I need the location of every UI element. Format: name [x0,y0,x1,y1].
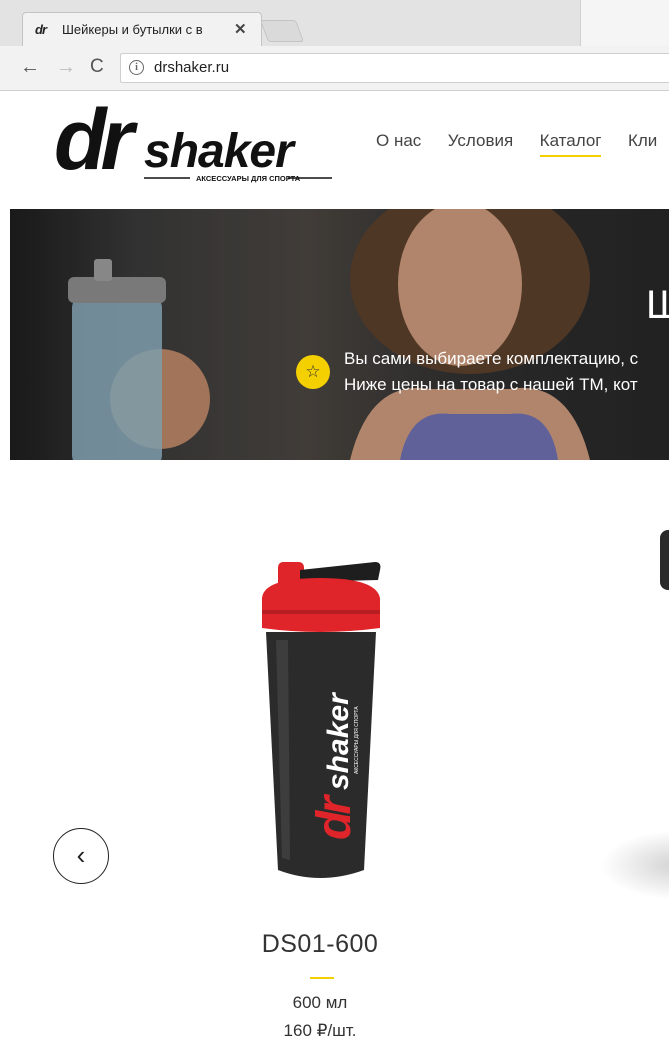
product-price: 160 ₽/шт. [283,1021,357,1040]
main-nav: О нас Условия Каталог Кли [376,131,669,157]
new-tab-button[interactable] [259,20,305,42]
tab-title: Шейкеры и бутылки с в [62,22,203,37]
site-info-icon[interactable]: i [129,60,144,75]
browser-tab[interactable]: dr Шейкеры и бутылки с в ✕ [22,12,262,47]
product-divider [310,977,334,979]
product-volume: 600 мл [292,993,348,1012]
url-text[interactable]: drshaker.ru [154,59,229,76]
logo-dr-text: dr [54,97,139,187]
star-icon: ☆ [296,355,330,389]
tab-favicon-icon: dr [35,22,47,37]
browser-toolbar: ← → C i drshaker.ru [0,46,669,91]
bottle-lid [262,578,380,632]
hero-heading: Ш [646,283,669,327]
hero-banner: Ш ☆ Вы сами выбираете комплектацию, с Ни… [10,209,669,460]
bottle-label-tagline: АКСЕССУАРЫ ДЛЯ СПОРТА [354,706,360,774]
catalog-carousel: dr shaker АКСЕССУАРЫ ДЛЯ СПОРТА ‹ DS01-6… [10,460,669,1059]
bottle-lid-rim [262,610,380,614]
carousel-prev-button[interactable]: ‹ [53,828,109,884]
tabstrip-empty-area [580,0,669,46]
tab-close-icon[interactable]: ✕ [234,20,247,38]
logo-shaker-text: shaker [144,125,296,178]
address-bar[interactable]: i drshaker.ru [120,53,669,83]
browser-tabstrip: dr Шейкеры и бутылки с в ✕ [0,0,669,47]
logo-tagline: АКСЕССУАРЫ ДЛЯ СПОРТА [196,174,301,183]
nav-item-clients[interactable]: Кли [628,131,657,151]
forward-arrow-icon[interactable]: → [56,56,76,79]
reload-icon[interactable]: C [90,56,104,78]
back-arrow-icon[interactable]: ← [20,56,40,79]
next-product-peek [660,530,669,590]
site-logo[interactable]: dr shaker АКСЕССУАРЫ ДЛЯ СПОРТА [52,97,342,187]
nav-item-about[interactable]: О нас [376,131,421,151]
hero-overlay [10,209,669,460]
product-name[interactable]: DS01-600 [10,930,630,959]
nav-item-catalog[interactable]: Каталог [539,131,601,157]
nav-item-terms[interactable]: Условия [448,131,513,151]
hero-text-line-2: Ниже цены на товар с нашей ТМ, кот [344,375,638,394]
next-product-shadow [600,830,669,900]
bottle-label-shaker: shaker [322,691,355,790]
hero-text-line-1: Вы сами выбираете комплектацию, с [344,349,639,368]
site-header: dr shaker АКСЕССУАРЫ ДЛЯ СПОРТА О нас Ус… [10,91,669,209]
bottle-label-dr: dr [308,794,361,840]
product-image[interactable]: dr shaker АКСЕССУАРЫ ДЛЯ СПОРТА [240,540,400,900]
